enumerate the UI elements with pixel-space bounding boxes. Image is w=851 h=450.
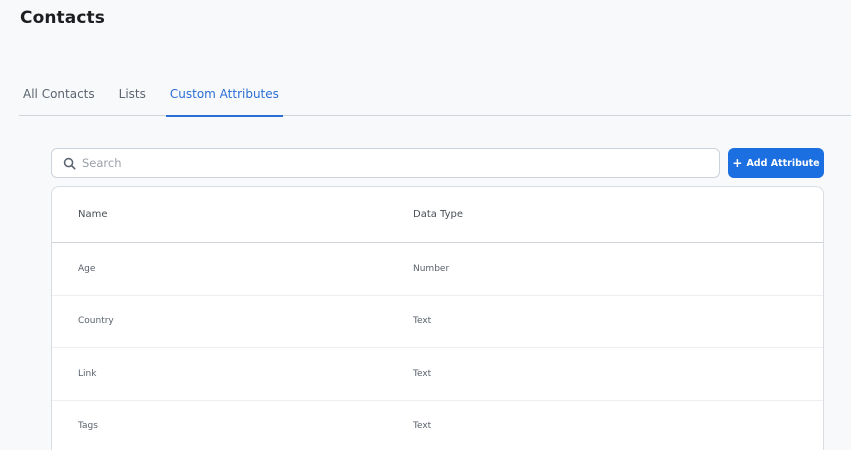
cell-data-type: Text: [413, 368, 432, 379]
add-attribute-button[interactable]: + Add Attribute: [728, 148, 824, 178]
tab-label: All Contacts: [23, 87, 95, 101]
table-header: Name Data Type: [52, 187, 823, 243]
page-title: Contacts: [20, 8, 105, 28]
attributes-table: Name Data Type Age Number Country Text L…: [51, 186, 824, 450]
tab-label: Lists: [118, 87, 146, 101]
cell-data-type: Text: [413, 316, 432, 327]
table-row[interactable]: Country Text: [52, 296, 823, 348]
search-input[interactable]: [82, 150, 719, 176]
tab-bar: All Contacts Lists Custom Attributes: [19, 72, 851, 117]
cell-name: Age: [78, 263, 96, 274]
contacts-page: Contacts All Contacts Lists Custom Attri…: [0, 0, 851, 450]
column-header-data-type: Data Type: [413, 209, 464, 220]
table-row[interactable]: Tags Text: [52, 401, 823, 450]
tab-lists[interactable]: Lists: [115, 72, 150, 116]
tab-all-contacts[interactable]: All Contacts: [19, 72, 99, 116]
cell-data-type: Number: [413, 263, 450, 274]
column-header-name: Name: [78, 209, 108, 220]
search-box[interactable]: [51, 148, 720, 178]
tab-custom-attributes[interactable]: Custom Attributes: [165, 72, 283, 117]
tab-label: Custom Attributes: [169, 87, 279, 101]
plus-icon: +: [732, 156, 743, 170]
cell-name: Country: [78, 316, 114, 327]
table-row[interactable]: Link Text: [52, 348, 823, 401]
cell-name: Link: [78, 368, 97, 379]
cell-data-type: Text: [413, 421, 432, 432]
search-icon: [62, 156, 76, 170]
cell-name: Tags: [78, 421, 98, 432]
table-row[interactable]: Age Number: [52, 243, 823, 296]
add-attribute-label: Add Attribute: [746, 157, 820, 169]
